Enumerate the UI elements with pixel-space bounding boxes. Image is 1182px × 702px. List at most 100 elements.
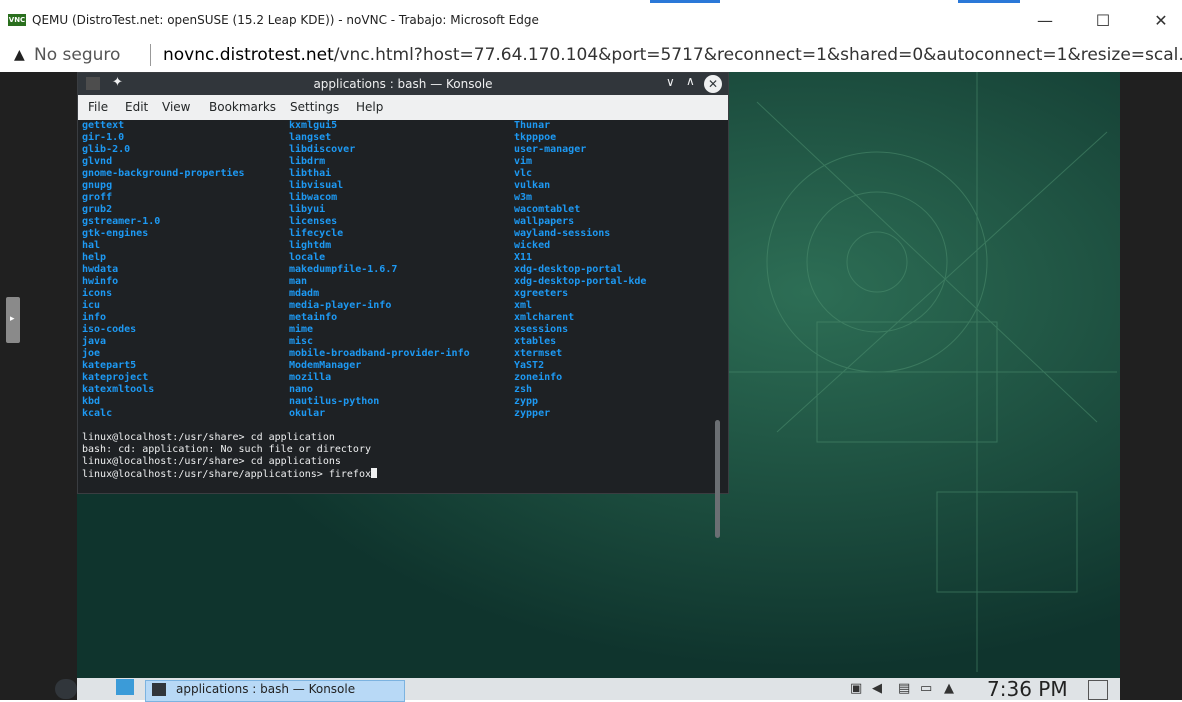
- directory-entry: gstreamer-1.0: [82, 216, 161, 227]
- window-title: QEMU (DistroTest.net: openSUSE (15.2 Lea…: [32, 13, 539, 27]
- directory-entry: mdadm: [289, 288, 320, 299]
- directory-entry: katepart5: [82, 360, 137, 371]
- konsole-menubar: File Edit View Bookmarks Settings Help: [78, 95, 728, 120]
- directory-entry: wallpapers: [514, 216, 575, 227]
- minimize-button[interactable]: —: [1022, 6, 1068, 36]
- terminal-area[interactable]: gettext gir-1.0 glib-2.0 glvnd gnome-backgro…: [78, 120, 728, 538]
- directory-entry: iso-codes: [82, 324, 137, 335]
- network-icon[interactable]: ▭: [920, 681, 932, 696]
- konsole-app-icon: [86, 77, 100, 90]
- directory-entry: kbd: [82, 396, 101, 407]
- application-launcher-icon[interactable]: [55, 679, 77, 699]
- menu-file[interactable]: File: [88, 100, 108, 114]
- warning-icon[interactable]: ▲: [14, 47, 25, 63]
- konsole-window[interactable]: applications : bash — Konsole ✦ ∨ ∧ ✕ Fi…: [77, 72, 729, 538]
- title-accent-line: [958, 0, 1020, 3]
- directory-entry: zypper: [514, 408, 551, 419]
- konsole-task-icon: [152, 683, 166, 696]
- directory-entry: wicked: [514, 240, 551, 251]
- directory-entry: libdrm: [289, 156, 326, 167]
- directory-entry: metainfo: [289, 312, 338, 323]
- text-cursor: [370, 468, 377, 478]
- directory-entry: libyui: [289, 204, 326, 215]
- directory-entry: vlc: [514, 168, 533, 179]
- directory-entry: gettext: [82, 120, 125, 131]
- terminal-line: bash: cd: application: No such file or d…: [82, 444, 371, 455]
- directory-entry: mime: [289, 324, 314, 335]
- pin-icon[interactable]: ✦: [112, 75, 123, 90]
- chevron-up-icon[interactable]: ∧: [686, 74, 695, 88]
- directory-entry: kxmlgui5: [289, 120, 338, 131]
- directory-entry: hal: [82, 240, 101, 251]
- directory-entry: xgreeters: [514, 288, 569, 299]
- current-command: linux@localhost:/usr/share/applications>…: [82, 469, 371, 480]
- directory-entry: glib-2.0: [82, 144, 131, 155]
- directory-entry: man: [289, 276, 308, 287]
- directory-entry: Thunar: [514, 120, 551, 131]
- directory-entry: gir-1.0: [82, 132, 125, 143]
- directory-entry: okular: [289, 408, 326, 419]
- directory-entry: help: [82, 252, 107, 263]
- menu-view[interactable]: View: [162, 100, 190, 114]
- chevron-down-icon[interactable]: ∨: [666, 75, 675, 89]
- menu-bookmarks[interactable]: Bookmarks: [209, 100, 276, 114]
- url-path: /vnc.html?host=77.64.170.104&port=5717&r…: [333, 45, 1182, 65]
- directory-entry: zypp: [514, 396, 539, 407]
- directory-entry: zsh: [514, 384, 533, 395]
- directory-entry: user-manager: [514, 144, 587, 155]
- konsole-titlebar[interactable]: applications : bash — Konsole ✦ ∨ ∧ ✕: [78, 73, 728, 95]
- terminal-line: linux@localhost:/usr/share> cd applicati…: [82, 456, 341, 467]
- listing-column-1: gettext gir-1.0 glib-2.0 glvnd gnome-backgro…: [82, 120, 245, 420]
- close-icon[interactable]: ✕: [704, 75, 722, 93]
- clock[interactable]: 7:36 PM: [987, 677, 1068, 701]
- directory-entry: mobile-broadband-provider-info: [289, 348, 470, 359]
- directory-entry: zoneinfo: [514, 372, 563, 383]
- vnc-logo-icon: VNC: [8, 14, 26, 26]
- terminal-scrollbar[interactable]: [715, 420, 720, 538]
- directory-entry: kateproject: [82, 372, 149, 383]
- close-button[interactable]: ✕: [1138, 6, 1182, 36]
- desktop-peek-button[interactable]: [1088, 680, 1108, 700]
- directory-entry: makedumpfile-1.6.7: [289, 264, 398, 275]
- directory-entry: gnome-background-properties: [82, 168, 245, 179]
- directory-entry: xml: [514, 300, 533, 311]
- maximize-button[interactable]: ☐: [1080, 6, 1126, 36]
- url-text[interactable]: novnc.distrotest.net/vnc.html?host=77.64…: [163, 45, 1182, 65]
- directory-entry: grub2: [82, 204, 113, 215]
- volume-icon[interactable]: ◀: [872, 681, 882, 696]
- updates-icon[interactable]: ▤: [898, 681, 910, 696]
- directory-entry: YaST2: [514, 360, 545, 371]
- directory-entry: X11: [514, 252, 533, 263]
- terminal-line-current: linux@localhost:/usr/share/applications>…: [82, 468, 377, 481]
- directory-entry: joe: [82, 348, 101, 359]
- directory-entry: lifecycle: [289, 228, 344, 239]
- novnc-sidebar-handle[interactable]: ▸: [6, 297, 20, 343]
- directory-entry: xdg-desktop-portal-kde: [514, 276, 647, 287]
- directory-entry: langset: [289, 132, 332, 143]
- address-separator: [150, 44, 151, 66]
- konsole-title: applications : bash — Konsole: [313, 77, 493, 91]
- directory-entry: xtermset: [514, 348, 563, 359]
- listing-column-3: Thunar tkpppoe user-manager vim vlc vulkan w3m…: [514, 120, 646, 420]
- directory-entry: icu: [82, 300, 101, 311]
- directory-entry: libvisual: [289, 180, 344, 191]
- terminal-line: linux@localhost:/usr/share> cd applicati…: [82, 432, 335, 443]
- menu-settings[interactable]: Settings: [290, 100, 339, 114]
- listing-column-2: kxmlgui5 langset libdiscover libdrm libthai l…: [289, 120, 470, 420]
- directory-entry: xsessions: [514, 324, 569, 335]
- menu-help[interactable]: Help: [356, 100, 383, 114]
- show-desktop-icon[interactable]: [116, 679, 134, 695]
- clipboard-icon[interactable]: ▣: [850, 681, 862, 696]
- security-label[interactable]: No seguro: [34, 45, 120, 65]
- directory-entry: kcalc: [82, 408, 113, 419]
- directory-entry: info: [82, 312, 107, 323]
- tray-expand-icon[interactable]: ▲: [944, 681, 954, 696]
- menu-edit[interactable]: Edit: [125, 100, 148, 114]
- directory-entry: libthai: [289, 168, 332, 179]
- directory-entry: locale: [289, 252, 326, 263]
- directory-entry: vim: [514, 156, 533, 167]
- directory-entry: katexmltools: [82, 384, 155, 395]
- url-host: novnc.distrotest.net: [163, 45, 334, 65]
- directory-entry: xtables: [514, 336, 557, 347]
- directory-entry: misc: [289, 336, 314, 347]
